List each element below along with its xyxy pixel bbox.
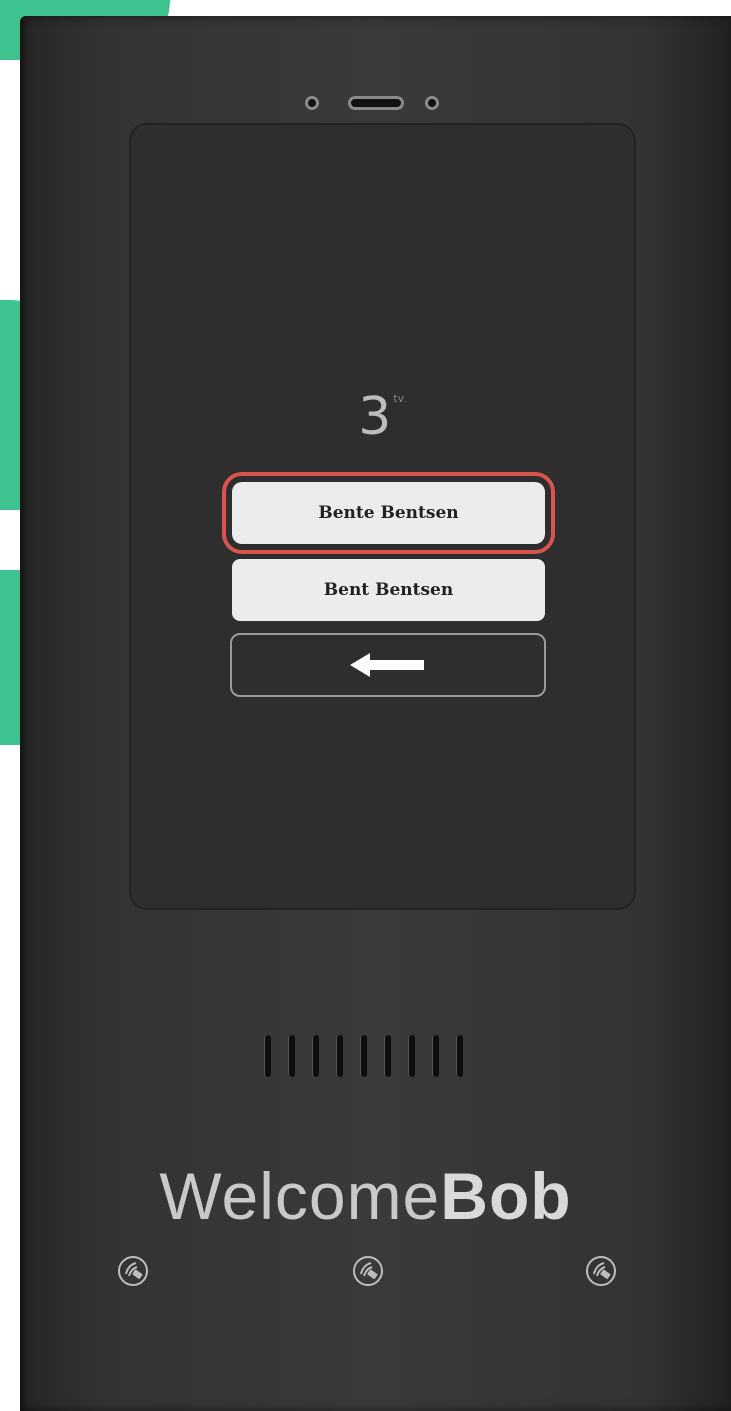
brand-logo: WelcomeBob bbox=[159, 1159, 572, 1233]
floor-suffix: tv. bbox=[393, 392, 407, 405]
light-sensor-icon bbox=[425, 96, 439, 110]
nfc-icon[interactable] bbox=[351, 1254, 385, 1288]
floor-number: 3 bbox=[358, 387, 392, 447]
nfc-icon[interactable] bbox=[584, 1254, 618, 1288]
resident-button-bent-bentsen[interactable]: Bent Bentsen bbox=[232, 559, 545, 621]
touch-screen: 3 tv. Bente Bentsen Bent Bentsen bbox=[131, 125, 634, 908]
back-button[interactable] bbox=[230, 633, 546, 697]
speaker-grille bbox=[264, 1035, 463, 1077]
floor-label: 3 tv. bbox=[131, 387, 634, 447]
microphone-icon bbox=[348, 96, 404, 110]
resident-name: Bente Bentsen bbox=[318, 503, 459, 523]
resident-name: Bent Bentsen bbox=[323, 580, 454, 600]
arrow-left-icon bbox=[350, 653, 424, 677]
nfc-icon[interactable] bbox=[116, 1254, 150, 1288]
resident-button-bente-bentsen[interactable]: Bente Bentsen bbox=[222, 472, 555, 554]
camera-icon bbox=[305, 96, 319, 110]
